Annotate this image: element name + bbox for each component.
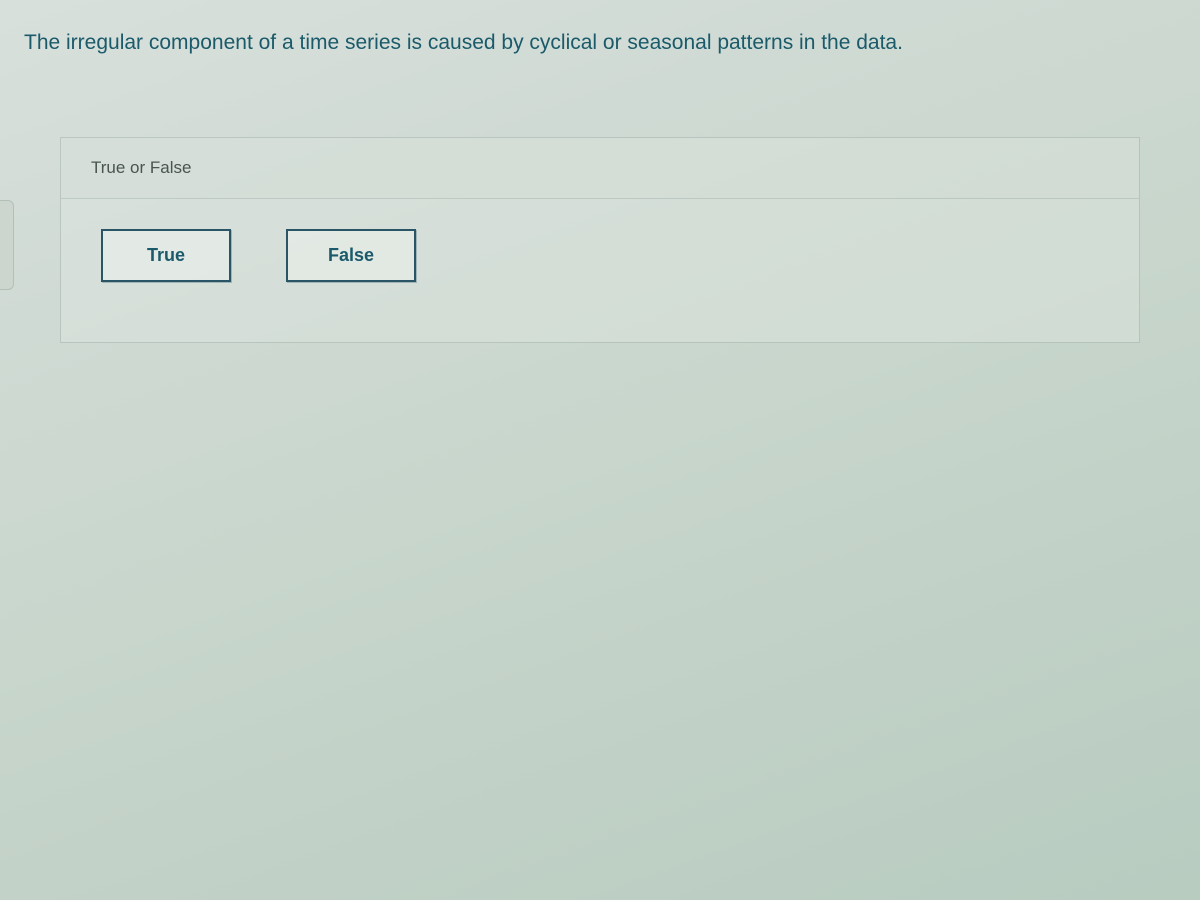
question-prompt: The irregular component of a time series… bbox=[0, 0, 1200, 77]
true-button[interactable]: True bbox=[101, 229, 231, 282]
answer-panel: True or False True False bbox=[60, 137, 1140, 343]
panel-header: True or False bbox=[61, 138, 1139, 199]
left-edge-tab bbox=[0, 200, 14, 290]
false-button[interactable]: False bbox=[286, 229, 416, 282]
options-row: True False bbox=[61, 199, 1139, 342]
